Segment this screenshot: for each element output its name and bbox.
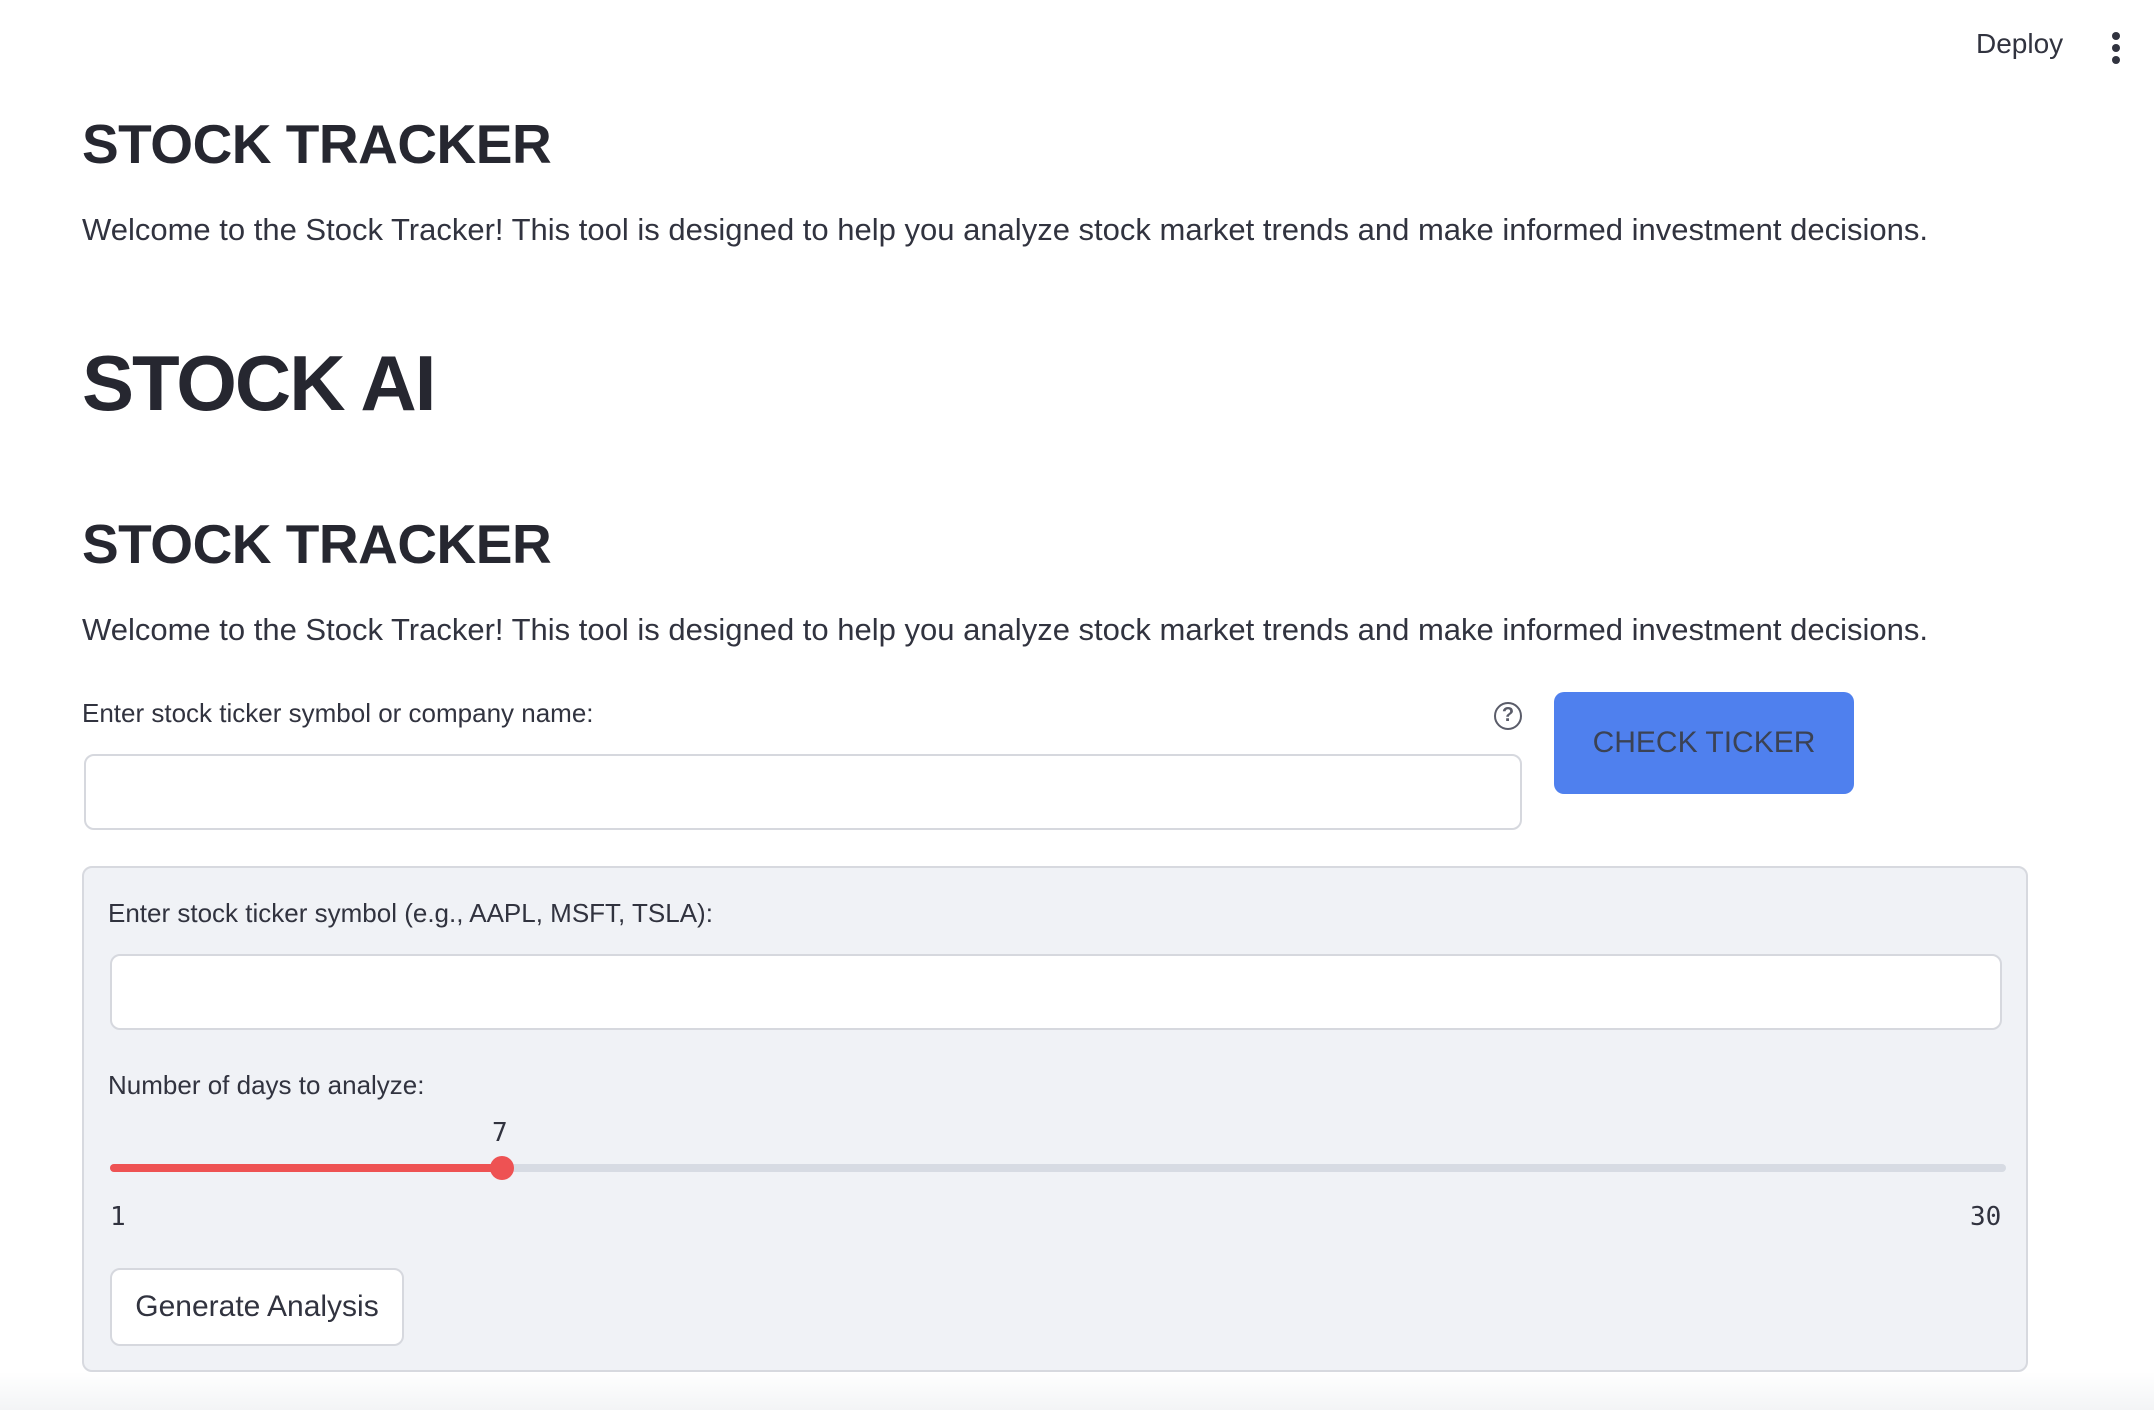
slider-max: 30 xyxy=(1970,1202,2002,1232)
deploy-button[interactable]: Deploy xyxy=(1976,28,2063,60)
slider-min: 1 xyxy=(110,1202,126,1232)
section-description: Welcome to the Stock Tracker! This tool … xyxy=(82,612,1928,647)
slider-value: 7 xyxy=(492,1118,508,1148)
days-slider[interactable] xyxy=(110,1156,2006,1180)
generate-analysis-button[interactable]: Generate Analysis xyxy=(110,1268,404,1346)
search-input[interactable] xyxy=(84,754,1522,830)
question-circle-icon[interactable]: ? xyxy=(1494,702,1522,730)
section-title: STOCK TRACKER xyxy=(82,113,552,175)
ticker-input[interactable] xyxy=(110,954,2002,1030)
analysis-form: Enter stock ticker symbol (e.g., AAPL, M… xyxy=(82,866,2028,1372)
check-ticker-button[interactable]: CHECK TICKER xyxy=(1554,692,1854,794)
section-description: Welcome to the Stock Tracker! This tool … xyxy=(82,212,1928,247)
app-page: Deploy STOCK TRACKER Welcome to the Stoc… xyxy=(0,0,2154,1410)
search-input-label: Enter stock ticker symbol or company nam… xyxy=(82,698,594,728)
ticker-input-label: Enter stock ticker symbol (e.g., AAPL, M… xyxy=(108,898,713,928)
slider-fill xyxy=(110,1164,503,1172)
bottom-edge xyxy=(0,1372,2154,1410)
vertical-ellipsis-icon[interactable] xyxy=(2110,32,2122,68)
slider-thumb[interactable] xyxy=(490,1156,515,1180)
app-title: STOCK AI xyxy=(82,339,436,427)
section-title: STOCK TRACKER xyxy=(82,513,552,575)
days-slider-label: Number of days to analyze: xyxy=(108,1070,425,1100)
